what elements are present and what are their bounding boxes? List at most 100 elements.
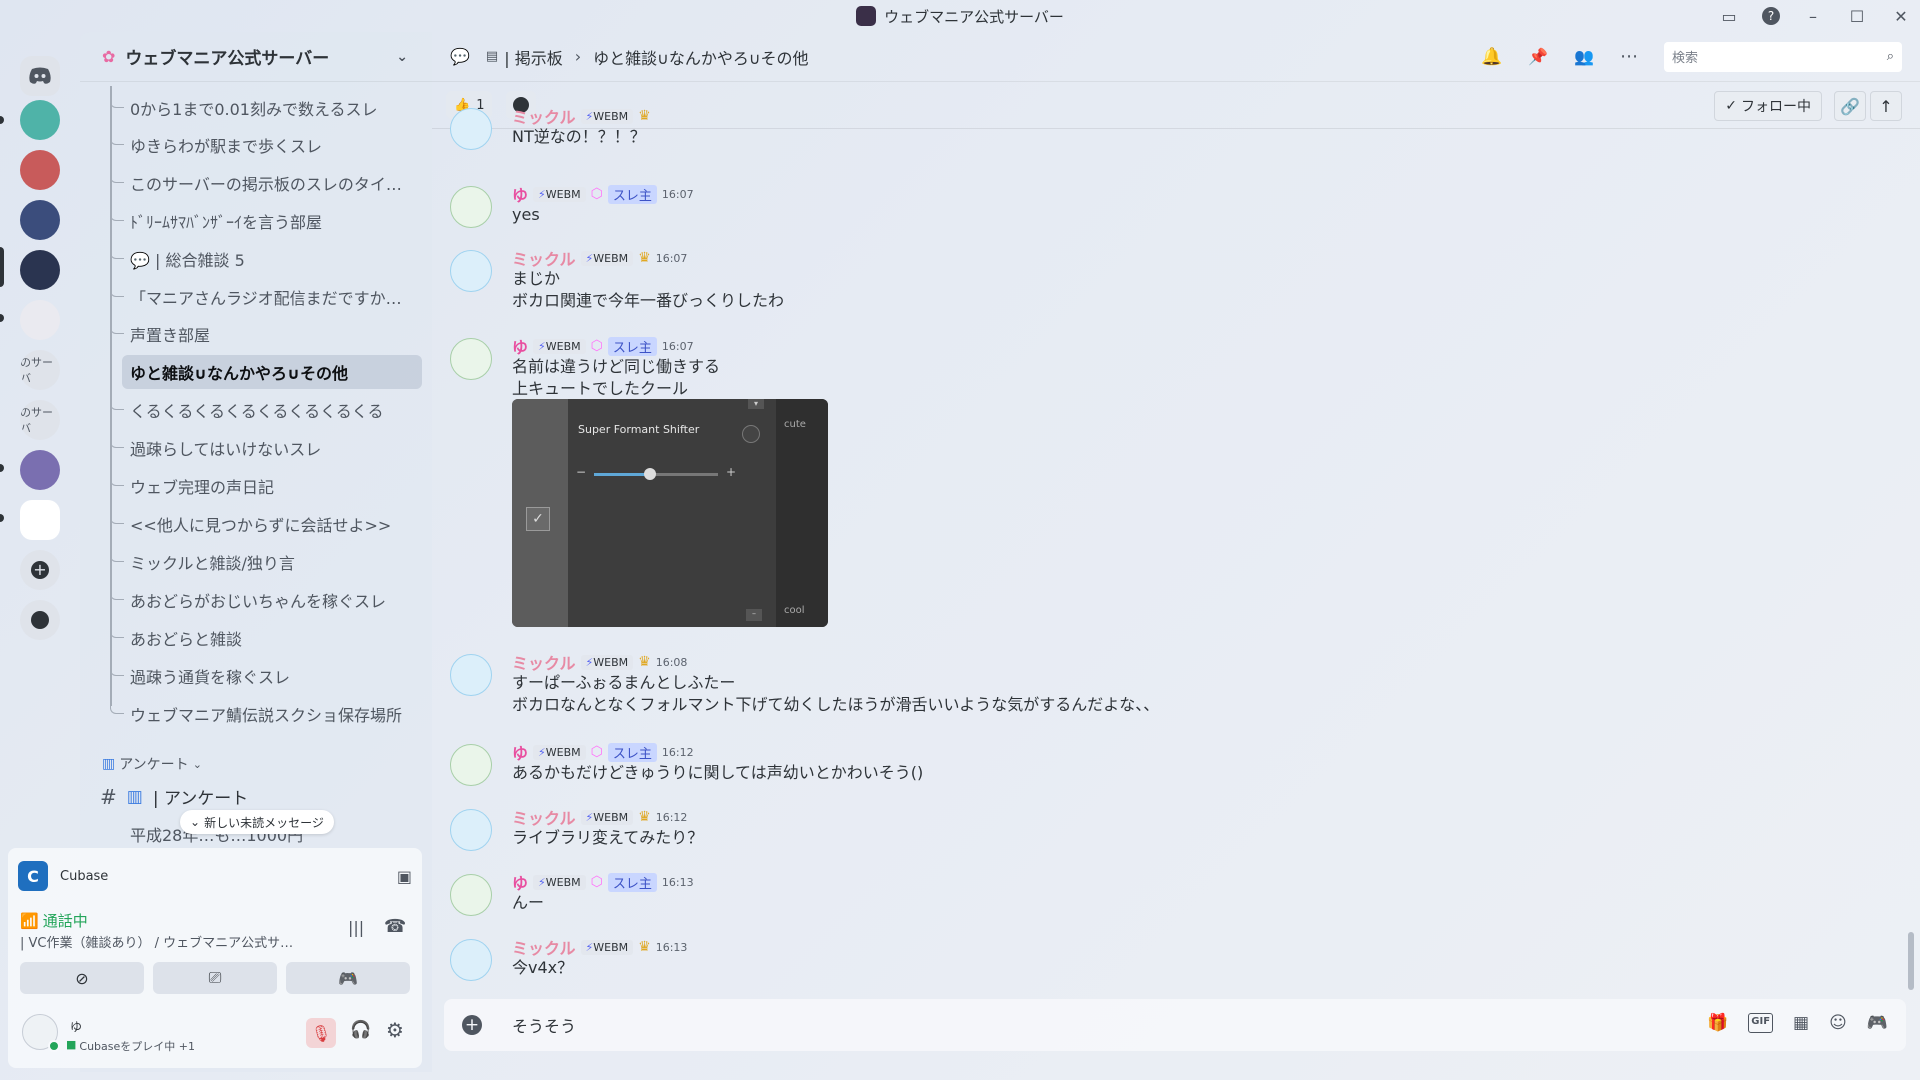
avatar-mikkuru[interactable]: [450, 108, 492, 150]
upload-plus-icon[interactable]: +: [462, 1015, 482, 1035]
camera-off-button[interactable]: ⊘: [20, 962, 144, 994]
sticker-icon[interactable]: ▦: [1793, 1013, 1809, 1033]
thread-item[interactable]: このサーバーの掲示板のスレのタイ…: [46, 166, 426, 200]
avatar-mikkuru[interactable]: [450, 809, 492, 851]
avatar-yu[interactable]: [450, 874, 492, 916]
message-author[interactable]: ミックル: [512, 246, 576, 270]
server-folder-1[interactable]: のサーバ: [20, 350, 60, 390]
plugin-collapse-icon[interactable]: –: [746, 609, 762, 621]
message-composer[interactable]: + そうそう 🎁 GIF ▦ ☺ 🎮: [444, 999, 1906, 1051]
more-icon[interactable]: ⋯: [1620, 46, 1638, 67]
settings-gear-icon[interactable]: ⚙: [386, 1018, 404, 1042]
plugin-checkbox-icon[interactable]: ✓: [526, 507, 550, 531]
channel-anketo[interactable]: # ▥ | アンケート: [100, 784, 248, 810]
message-author[interactable]: ゆ: [512, 182, 528, 206]
unread-messages-pill[interactable]: ⌄ 新しい未読メッセージ: [180, 810, 334, 834]
avatar-mikkuru[interactable]: [450, 654, 492, 696]
thread-item[interactable]: くるくるくるくるくるくるくるくる: [46, 393, 426, 427]
copy-link-button[interactable]: 🔗: [1834, 91, 1866, 121]
category-header[interactable]: ▥ アンケート ⌄: [102, 754, 202, 774]
message-author[interactable]: ゆ: [512, 870, 528, 894]
forum-name[interactable]: | 掲示板: [504, 45, 562, 69]
chevron-down-icon[interactable]: ⌄: [396, 49, 408, 65]
server-tag-badge[interactable]: ⚡WEBM: [580, 939, 634, 955]
maximize-button[interactable]: ☐: [1846, 7, 1868, 26]
avatar-yu[interactable]: [450, 186, 492, 228]
discord-home-icon[interactable]: [20, 56, 60, 96]
minimize-button[interactable]: –: [1802, 7, 1824, 26]
gif-icon[interactable]: GIF: [1748, 1013, 1774, 1033]
avatar-mikkuru[interactable]: [450, 250, 492, 292]
thread-item[interactable]: 過疎らしてはいけないスレ: [46, 431, 426, 465]
thread-item[interactable]: あおどらがおじいちゃんを稼ぐスレ: [46, 583, 426, 617]
thread-branch-line: [110, 166, 124, 183]
formant-slider-thumb[interactable]: [643, 468, 656, 480]
message-text: まじか: [512, 269, 561, 288]
inbox-icon[interactable]: ▭: [1718, 7, 1740, 26]
search-box[interactable]: 検索 ⌕: [1664, 41, 1902, 72]
close-button[interactable]: ✕: [1890, 7, 1912, 26]
thread-item[interactable]: 💬 | 総合雑談 5: [46, 242, 426, 276]
server-tag-label: WEBM: [545, 875, 581, 889]
server-tag-badge[interactable]: ⚡WEBM: [580, 250, 634, 266]
message: ゆ ⚡WEBM ⬡ スレ主 16:13 んー: [450, 870, 1850, 916]
thread-item[interactable]: ﾄﾞﾘｰﾑｻﾏﾊﾞﾝｻﾞｰｲを言う部屋: [46, 204, 426, 238]
message-author[interactable]: ミックル: [512, 805, 576, 829]
avatar-yu[interactable]: [450, 744, 492, 786]
mic-muted-icon: 🎙: [310, 1023, 332, 1043]
voice-channel[interactable]: | VC作業（雑談あり） / ウェブマニア公式サ…: [20, 932, 340, 951]
bell-icon[interactable]: 🔔: [1481, 47, 1502, 67]
message-author[interactable]: ミックル: [512, 650, 576, 674]
server-tag-badge[interactable]: ⚡WEBM: [580, 108, 634, 124]
emoji-icon[interactable]: ☺: [1829, 1013, 1847, 1033]
thread-item[interactable]: <<他人に見つからずに会話せよ>>: [46, 507, 426, 541]
message-author[interactable]: ゆ: [512, 334, 528, 358]
thread-item[interactable]: ウェブ完理の声日記: [46, 469, 426, 503]
avatar-yu[interactable]: [450, 338, 492, 380]
follow-button[interactable]: ✓ フォロー中: [1714, 91, 1822, 121]
noise-suppression-icon[interactable]: |||: [348, 918, 364, 937]
chevron-down-icon: ⌄: [192, 757, 202, 771]
members-icon[interactable]: 👥: [1574, 47, 1594, 66]
crown-icon: ♛: [638, 108, 651, 124]
gift-icon[interactable]: 🎁: [1707, 1013, 1728, 1033]
headphones-icon[interactable]: 🎧: [350, 1020, 371, 1040]
help-icon[interactable]: ?: [1762, 7, 1780, 25]
stream-icon[interactable]: ▣: [397, 867, 412, 886]
server-tag-badge[interactable]: ⚡WEBM: [533, 744, 586, 760]
server-tag-badge[interactable]: ⚡WEBM: [533, 186, 586, 202]
plugin-knob-icon[interactable]: [742, 425, 760, 443]
app-launcher-icon[interactable]: 🎮: [1867, 1013, 1888, 1033]
server-header[interactable]: ✿ ウェブマニア公式サーバー ⌄: [80, 32, 432, 82]
message-input[interactable]: そうそう: [512, 1013, 576, 1037]
scrollbar[interactable]: [1908, 932, 1914, 990]
jump-top-button[interactable]: ↑: [1870, 91, 1902, 121]
thread-item[interactable]: ミックルと雑談/独り言: [46, 545, 426, 579]
link-icon: 🔗: [1840, 96, 1860, 116]
thread-item[interactable]: ゆきらわが駅まで歩くスレ: [46, 128, 426, 162]
pin-icon[interactable]: 📌: [1528, 47, 1548, 66]
message-author[interactable]: ゆ: [512, 740, 528, 764]
server-tag-badge[interactable]: ⚡WEBM: [580, 809, 634, 825]
message-attachment-image[interactable]: ✓ Super Formant Shifter − + ▾ – cute coo…: [512, 399, 828, 627]
thread-item[interactable]: ゆと雑談∪なんかやろ∪その他: [122, 355, 422, 389]
thread-item[interactable]: 声置き部屋: [46, 317, 426, 351]
camera-off-icon: ⊘: [75, 968, 89, 988]
window-title: ウェブマニア公式サーバー: [884, 7, 1064, 26]
message-author[interactable]: ミックル: [512, 104, 576, 128]
screen-share-button[interactable]: ⎚: [153, 962, 277, 994]
server-tag-badge[interactable]: ⚡WEBM: [533, 874, 586, 890]
message-author[interactable]: ミックル: [512, 935, 576, 959]
thread-item[interactable]: 過疎う通貨を稼ぐスレ: [46, 659, 426, 693]
mute-button[interactable]: 🎙: [306, 1018, 336, 1048]
activity-button[interactable]: 🎮: [286, 962, 410, 994]
server-tag-badge[interactable]: ⚡WEBM: [580, 654, 634, 670]
plugin-dropdown-icon[interactable]: ▾: [748, 399, 764, 409]
thread-item[interactable]: 「マニアさんラジオ配信まだですか…: [46, 280, 426, 314]
thread-item[interactable]: 0から1まで0.01刻みで数えるスレ: [46, 91, 426, 125]
thread-item[interactable]: あおどらと雑談: [46, 621, 426, 655]
avatar-mikkuru[interactable]: [450, 939, 492, 981]
server-tag-badge[interactable]: ⚡WEBM: [533, 338, 586, 354]
thread-item[interactable]: ウェブマニア鯖伝説スクショ保存場所: [46, 697, 426, 731]
disconnect-icon[interactable]: ☎: [384, 916, 406, 937]
